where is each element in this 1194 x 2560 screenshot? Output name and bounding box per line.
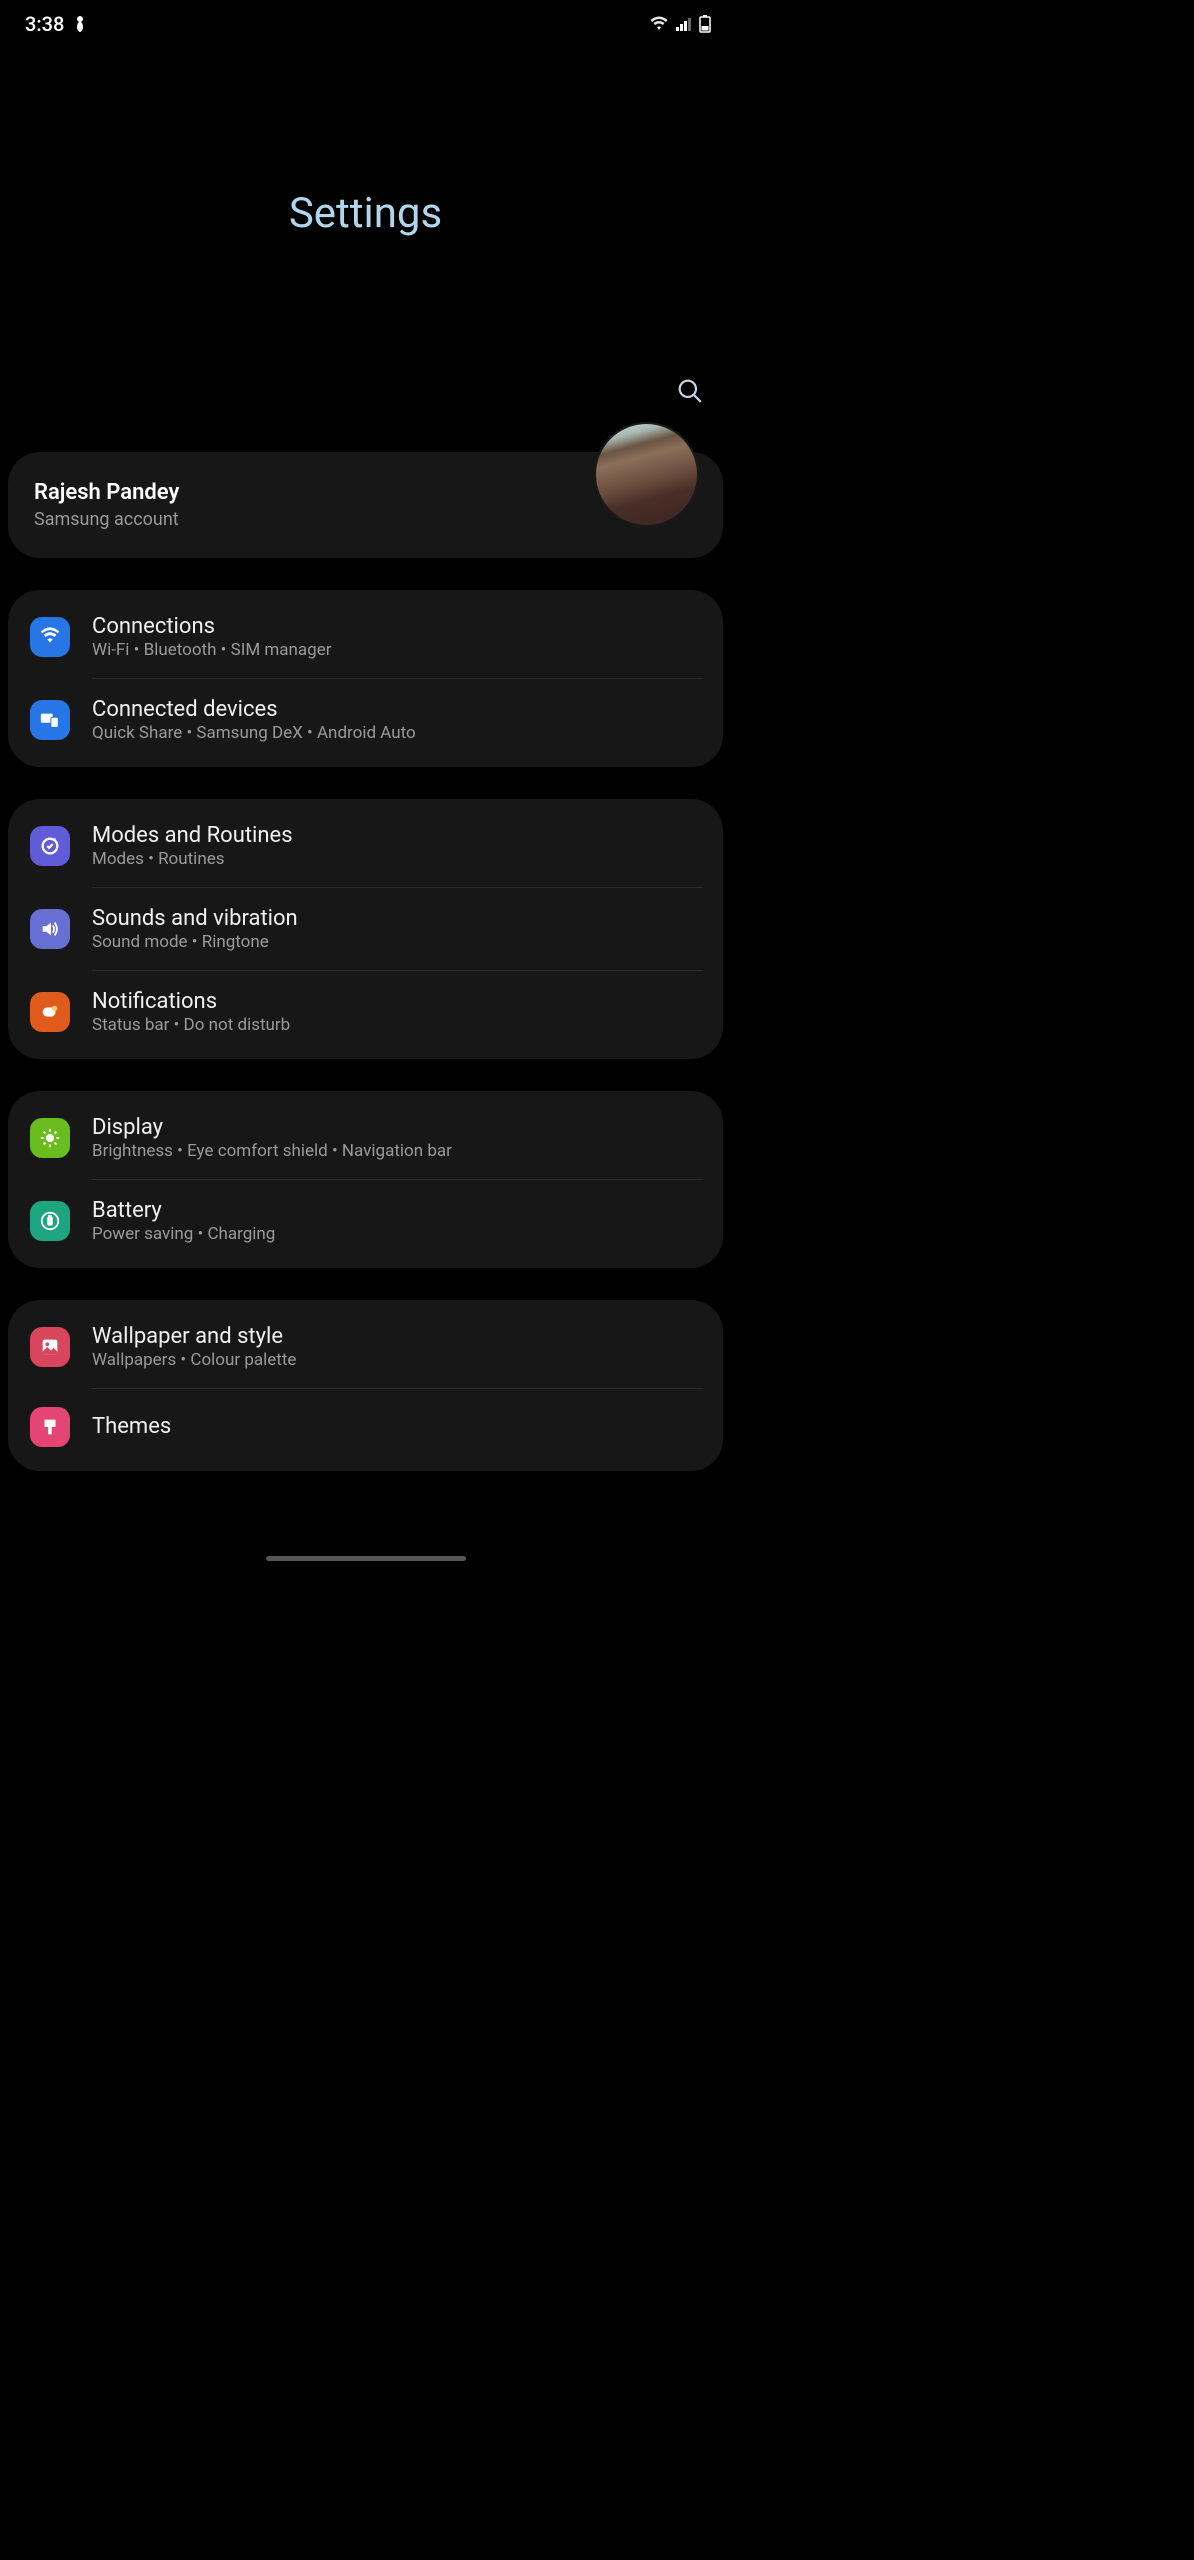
item-title: Sounds and vibration xyxy=(92,906,703,931)
item-title: Display xyxy=(92,1115,703,1140)
themes-icon xyxy=(30,1407,70,1447)
sound-icon xyxy=(30,909,70,949)
item-title: Connections xyxy=(92,614,703,639)
status-app-icon xyxy=(72,15,88,33)
signal-status-icon xyxy=(675,16,693,32)
item-subtitle: Wi-Fi • Bluetooth • SIM manager xyxy=(92,640,703,660)
item-title: Connected devices xyxy=(92,697,703,722)
avatar[interactable] xyxy=(594,422,699,527)
settings-item-connected-devices[interactable]: Connected devicesQuick Share • Samsung D… xyxy=(8,679,723,761)
account-name: Rajesh Pandey xyxy=(34,480,179,505)
account-description: Samsung account xyxy=(34,509,179,530)
wifi-icon xyxy=(30,617,70,657)
search-icon[interactable] xyxy=(677,378,703,404)
brightness-icon xyxy=(30,1118,70,1158)
item-subtitle: Quick Share • Samsung DeX • Android Auto xyxy=(92,723,703,743)
settings-group: ConnectionsWi-Fi • Bluetooth • SIM manag… xyxy=(8,590,723,767)
settings-group: Wallpaper and styleWallpapers • Colour p… xyxy=(8,1300,723,1471)
settings-item-battery[interactable]: BatteryPower saving • Charging xyxy=(8,1180,723,1262)
wifi-status-icon xyxy=(649,16,669,32)
item-subtitle: Power saving • Charging xyxy=(92,1224,703,1244)
page-title: Settings xyxy=(0,189,731,238)
settings-item-sounds-vibration[interactable]: Sounds and vibrationSound mode • Rington… xyxy=(8,888,723,970)
settings-item-connections[interactable]: ConnectionsWi-Fi • Bluetooth • SIM manag… xyxy=(8,596,723,678)
battery-status-icon xyxy=(699,15,711,33)
nav-indicator[interactable] xyxy=(266,1556,466,1561)
notification-icon xyxy=(30,992,70,1032)
wallpaper-icon xyxy=(30,1327,70,1367)
settings-item-display[interactable]: DisplayBrightness • Eye comfort shield •… xyxy=(8,1097,723,1179)
status-bar: 3:38 xyxy=(0,0,731,44)
item-subtitle: Brightness • Eye comfort shield • Naviga… xyxy=(92,1141,703,1161)
item-title: Wallpaper and style xyxy=(92,1324,703,1349)
settings-item-modes-routines[interactable]: Modes and RoutinesModes • Routines xyxy=(8,805,723,887)
item-subtitle: Sound mode • Ringtone xyxy=(92,932,703,952)
routines-icon xyxy=(30,826,70,866)
item-title: Notifications xyxy=(92,989,703,1014)
settings-item-notifications[interactable]: NotificationsStatus bar • Do not disturb xyxy=(8,971,723,1053)
item-subtitle: Modes • Routines xyxy=(92,849,703,869)
item-title: Modes and Routines xyxy=(92,823,703,848)
item-subtitle: Status bar • Do not disturb xyxy=(92,1015,703,1035)
item-title: Themes xyxy=(92,1414,703,1439)
item-title: Battery xyxy=(92,1198,703,1223)
devices-icon xyxy=(30,700,70,740)
settings-item-wallpaper-style[interactable]: Wallpaper and styleWallpapers • Colour p… xyxy=(8,1306,723,1388)
settings-group: DisplayBrightness • Eye comfort shield •… xyxy=(8,1091,723,1268)
item-subtitle: Wallpapers • Colour palette xyxy=(92,1350,703,1370)
settings-item-themes[interactable]: Themes xyxy=(8,1389,723,1465)
battery-icon xyxy=(30,1201,70,1241)
settings-group: Modes and RoutinesModes • RoutinesSounds… xyxy=(8,799,723,1059)
account-card[interactable]: Rajesh Pandey Samsung account xyxy=(8,452,723,558)
status-time: 3:38 xyxy=(25,12,64,36)
